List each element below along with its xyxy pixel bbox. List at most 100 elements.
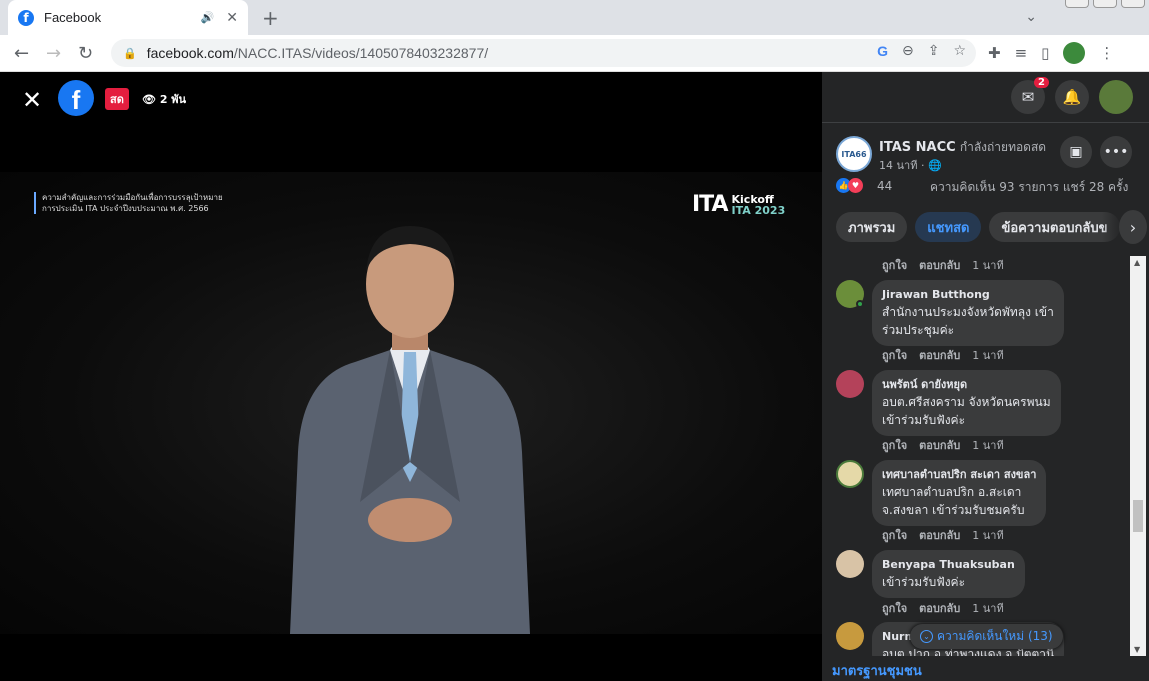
- page-avatar[interactable]: ITA66: [836, 136, 872, 172]
- comment-actions: ถูกใจ ตอบกลับ 1 นาที: [882, 256, 1016, 274]
- forward-arrow-icon[interactable]: →: [46, 43, 61, 64]
- restore-button[interactable]: [1093, 0, 1117, 8]
- messenger-icon: ✉: [1021, 88, 1035, 106]
- address-bar[interactable]: 🔒 facebook.com/NACC.ITAS/videos/14050784…: [111, 39, 976, 67]
- community-standards-link[interactable]: มาตรฐานชุมชน: [832, 660, 922, 681]
- avatar[interactable]: [836, 370, 864, 398]
- bookmark-star-icon[interactable]: ☆: [953, 43, 966, 59]
- page-status: กำลังถ่ายทอดสด: [959, 140, 1047, 154]
- more-dots-icon: •••: [1103, 144, 1129, 160]
- browser-toolbar: ← → ↻ 🔒 facebook.com/NACC.ITAS/videos/14…: [0, 35, 1149, 72]
- lock-icon[interactable]: 🔒: [123, 47, 137, 60]
- commenter-name[interactable]: Jirawan Butthong: [882, 287, 1054, 303]
- comment-actions: ถูกใจ ตอบกลับ 1 นาที: [882, 436, 1016, 454]
- video-player[interactable]: ✕ f สด 👁 2 พัน ความสำคัญและการร่วมมือกัน…: [0, 72, 822, 681]
- close-video-icon[interactable]: ✕: [22, 86, 42, 114]
- tab-search-chevron-icon[interactable]: ⌄: [1025, 9, 1037, 25]
- like-link[interactable]: ถูกใจ: [882, 439, 907, 452]
- archive-icon: ▣: [1069, 144, 1083, 160]
- back-arrow-icon[interactable]: ←: [14, 43, 29, 64]
- account-avatar[interactable]: [1099, 80, 1133, 114]
- messenger-button[interactable]: ✉ 2: [1011, 77, 1049, 114]
- ita-kickoff-logo: ITA Kickoff ITA 2023: [692, 192, 786, 217]
- avatar[interactable]: [836, 622, 864, 650]
- sidebar-divider: [822, 122, 1149, 123]
- comments-shares-count[interactable]: ความคิดเห็น 93 รายการ แชร์ 28 ครั้ง: [930, 178, 1128, 197]
- close-window-button[interactable]: [1121, 0, 1145, 8]
- comment-time[interactable]: 1 นาที: [972, 349, 1003, 362]
- reply-link[interactable]: ตอบกลับ: [919, 529, 960, 542]
- tab-overview[interactable]: ภาพรวม: [836, 212, 908, 242]
- live-badge: สด: [105, 88, 129, 110]
- scroll-up-icon[interactable]: ▲: [1134, 258, 1140, 267]
- commenter-name[interactable]: เทศบาลตำบลปริก สะเดา สงขลา: [882, 467, 1036, 483]
- save-button[interactable]: ▣: [1060, 136, 1092, 168]
- avatar[interactable]: [836, 550, 864, 578]
- tab-replies[interactable]: ข้อความตอบกลับข: [989, 212, 1120, 242]
- commenter-name[interactable]: นพรัตน์ ดายังหยุด: [882, 377, 1051, 393]
- browser-tab-strip: f Facebook 🔊 ✕ + ⌄: [0, 0, 1149, 35]
- close-tab-icon[interactable]: ✕: [226, 10, 238, 26]
- audio-playing-icon[interactable]: 🔊: [201, 11, 215, 24]
- window-controls: [1065, 0, 1145, 8]
- tab-live-chat[interactable]: แชทสด: [915, 212, 982, 242]
- chrome-menu-icon[interactable]: ⋮: [1099, 44, 1114, 62]
- like-link[interactable]: ถูกใจ: [882, 602, 907, 615]
- facebook-logo-icon[interactable]: f: [58, 80, 94, 116]
- comment-time[interactable]: 1 นาที: [972, 439, 1003, 452]
- new-tab-button[interactable]: +: [262, 6, 279, 30]
- scrollbar-thumb[interactable]: [1133, 500, 1143, 532]
- new-comments-button[interactable]: ⌄ ความคิดเห็นใหม่ (13): [910, 624, 1063, 649]
- tab-title: Facebook: [44, 10, 102, 25]
- like-link[interactable]: ถูกใจ: [882, 349, 907, 362]
- video-frame[interactable]: ความสำคัญและการร่วมมือกันเพื่อการบรรลุเป…: [0, 172, 822, 634]
- globe-icon: 🌐: [927, 159, 942, 172]
- sidebar-tabs: ภาพรวม แชทสด ข้อความตอบกลับข: [836, 212, 1120, 242]
- reactions[interactable]: 👍 ♥ 44: [836, 178, 892, 193]
- comment-time[interactable]: 1 นาที: [972, 602, 1003, 615]
- chevron-down-icon: ⌄: [920, 630, 933, 643]
- commenter-name[interactable]: Benyapa Thuaksuban: [882, 557, 1015, 573]
- feed-scrollbar[interactable]: ▲ ▼: [1130, 256, 1146, 656]
- speaker-figure: [290, 226, 530, 634]
- zoom-icon[interactable]: ⊖: [902, 43, 914, 59]
- google-translate-icon[interactable]: G: [877, 43, 888, 59]
- comment-bubble: เทศบาลตำบลปริก สะเดา สงขลา เทศบาลตำบลปริ…: [872, 460, 1047, 526]
- tabs-next-chevron-icon[interactable]: ›: [1119, 210, 1147, 244]
- browser-tab-facebook[interactable]: f Facebook 🔊 ✕: [8, 0, 248, 35]
- comment-text: ร่วมประชุมค่ะ: [882, 323, 955, 337]
- online-indicator: [856, 300, 864, 308]
- facebook-favicon-icon: f: [18, 9, 34, 26]
- minimize-button[interactable]: [1065, 0, 1089, 8]
- avatar[interactable]: [836, 460, 864, 488]
- media-queue-icon[interactable]: ≡: [1015, 44, 1028, 62]
- like-link[interactable]: ถูกใจ: [882, 529, 907, 542]
- comment-feed[interactable]: ถูกใจ ตอบกลับ 1 นาที Jirawan Butthong สำนั…: [822, 256, 1132, 656]
- reply-link[interactable]: ตอบกลับ: [919, 439, 960, 452]
- comment-bubble: Benyapa Thuaksuban เข้าร่วมรับฟังค่ะ: [872, 550, 1025, 598]
- like-link[interactable]: ถูกใจ: [882, 259, 907, 272]
- side-panel-icon[interactable]: ▯: [1041, 44, 1049, 62]
- eye-icon: 👁: [142, 93, 156, 106]
- extensions-puzzle-icon[interactable]: ✚: [988, 44, 1001, 62]
- page-name-link[interactable]: ITAS NACC: [879, 140, 956, 155]
- post-time: 14 นาที · 🌐: [879, 159, 942, 172]
- comment-time[interactable]: 1 นาที: [972, 529, 1003, 542]
- scroll-down-icon[interactable]: ▼: [1134, 645, 1140, 654]
- page-name: ITAS NACC กำลังถ่ายทอดสด: [879, 138, 1046, 157]
- more-options-button[interactable]: •••: [1100, 136, 1132, 168]
- reload-icon[interactable]: ↻: [78, 43, 93, 64]
- comment-actions: ถูกใจ ตอบกลับ 1 นาที: [882, 526, 1016, 544]
- share-icon[interactable]: ⇪: [928, 43, 940, 59]
- reply-link[interactable]: ตอบกลับ: [919, 602, 960, 615]
- viewer-count: 👁 2 พัน: [142, 93, 187, 106]
- comment-bubble: นพรัตน์ ดายังหยุด อบต.ศรีสงคราม จังหวัดน…: [872, 370, 1061, 436]
- reply-link[interactable]: ตอบกลับ: [919, 259, 960, 272]
- profile-avatar[interactable]: [1063, 42, 1086, 64]
- comment-time[interactable]: 1 นาที: [972, 259, 1003, 272]
- comment-text: เทศบาลตำบลปริก อ.สะเดา: [882, 485, 1022, 499]
- new-comments-label: ความคิดเห็นใหม่ (13): [937, 629, 1053, 643]
- notifications-button[interactable]: 🔔: [1055, 80, 1089, 114]
- reply-link[interactable]: ตอบกลับ: [919, 349, 960, 362]
- comment-bubble: Jirawan Butthong สำนักงานประมงจังหวัดพัท…: [872, 280, 1064, 346]
